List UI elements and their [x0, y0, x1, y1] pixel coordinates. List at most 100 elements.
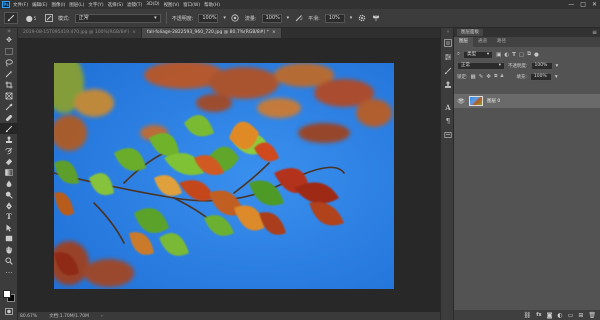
- adjustments-panel-icon[interactable]: [441, 50, 455, 64]
- tab-channels[interactable]: 通道: [473, 37, 492, 47]
- panel-menu-icon[interactable]: ≡: [592, 29, 597, 36]
- menu-type[interactable]: 文字(Y): [88, 2, 103, 8]
- close-icon[interactable]: ×: [132, 28, 136, 38]
- menu-file[interactable]: 文件(F): [13, 2, 28, 8]
- visibility-eye-icon[interactable]: 👁︎: [457, 98, 465, 105]
- close-icon[interactable]: ×: [272, 28, 276, 38]
- color-swatches[interactable]: [3, 290, 15, 302]
- layer-opacity-field[interactable]: 100%: [530, 61, 553, 70]
- frame-tool-icon[interactable]: [0, 90, 18, 101]
- paragraph-panel-icon[interactable]: ¶: [441, 114, 455, 128]
- layer-name[interactable]: 图层 0: [487, 98, 500, 104]
- move-tool-icon[interactable]: ✥: [0, 35, 18, 46]
- airbrush-toggle[interactable]: [294, 14, 303, 23]
- eraser-tool-icon[interactable]: [0, 156, 18, 167]
- filter-toggle-icon[interactable]: ●: [534, 52, 539, 58]
- brush-tool-icon[interactable]: [0, 123, 18, 134]
- path-selection-tool-icon[interactable]: [0, 222, 18, 233]
- zoom-tool-icon[interactable]: [0, 255, 18, 266]
- chevron-down-icon[interactable]: ▾: [223, 15, 226, 21]
- menu-help[interactable]: 帮助(H): [204, 2, 220, 8]
- document-size[interactable]: 文档:1.70M/1.70M: [49, 313, 89, 319]
- zoom-readout[interactable]: 80.67%: [20, 314, 37, 319]
- tool-preset-picker[interactable]: [4, 12, 18, 24]
- chevron-down-icon[interactable]: ▾: [350, 15, 353, 21]
- new-layer-icon[interactable]: ⊞: [578, 312, 583, 319]
- panel-header-title[interactable]: 图层面板: [457, 29, 483, 36]
- dodge-tool-icon[interactable]: [0, 189, 18, 200]
- maximize-icon[interactable]: □: [580, 1, 586, 8]
- character-panel-icon[interactable]: A: [441, 100, 455, 114]
- chevron-down-icon[interactable]: ▾: [555, 74, 558, 80]
- brush-size-picker[interactable]: ● 5: [23, 14, 39, 23]
- close-icon[interactable]: ✕: [592, 1, 597, 8]
- history-brush-tool-icon[interactable]: [0, 145, 18, 156]
- healing-brush-tool-icon[interactable]: [0, 112, 18, 123]
- lock-position-icon[interactable]: ✥: [486, 74, 491, 80]
- foreground-color-swatch[interactable]: [3, 290, 11, 298]
- mode-dropdown[interactable]: 正常 ▾: [74, 13, 161, 23]
- tab-paths[interactable]: 路径: [492, 37, 511, 47]
- filter-shape-icon[interactable]: ▢: [519, 52, 524, 58]
- gradient-tool-icon[interactable]: [0, 167, 18, 178]
- menu-edit[interactable]: 编辑(E): [32, 2, 47, 8]
- type-tool-icon[interactable]: T: [0, 211, 18, 222]
- menu-layer[interactable]: 图层(L): [69, 2, 84, 8]
- menu-3d[interactable]: 3D(D): [146, 2, 159, 7]
- chevron-down-icon[interactable]: ▾: [556, 63, 559, 69]
- lock-artboard-icon[interactable]: ⧈: [494, 73, 498, 80]
- chevron-right-icon[interactable]: ›: [101, 314, 103, 319]
- chevron-down-icon[interactable]: ▾: [287, 15, 290, 21]
- rectangle-tool-icon[interactable]: [0, 233, 18, 244]
- pen-tool-icon[interactable]: [0, 200, 18, 211]
- brush-panel-toggle[interactable]: [44, 14, 53, 23]
- menu-view[interactable]: 视图(V): [164, 2, 180, 8]
- menu-select[interactable]: 选择(S): [108, 2, 123, 8]
- quick-select-tool-icon[interactable]: [0, 68, 18, 79]
- new-group-icon[interactable]: ▭: [568, 312, 574, 319]
- more-tools-icon[interactable]: …: [0, 266, 18, 277]
- blend-mode-dropdown[interactable]: 正常 ▾: [457, 61, 505, 70]
- minimize-icon[interactable]: —: [568, 1, 574, 8]
- document-image[interactable]: [54, 63, 394, 289]
- lock-pixels-icon[interactable]: ✎: [479, 74, 484, 80]
- filter-pixel-icon[interactable]: ▣: [496, 52, 501, 58]
- layer-item[interactable]: 👁︎ 图层 0: [454, 94, 600, 108]
- filter-adjustment-icon[interactable]: ◐: [504, 52, 509, 58]
- link-layers-icon[interactable]: ⛓︎: [524, 312, 532, 319]
- history-panel-icon[interactable]: [441, 36, 455, 50]
- glyphs-panel-icon[interactable]: [441, 128, 455, 142]
- opacity-field[interactable]: 100%: [198, 13, 219, 23]
- tab-layers[interactable]: 图层: [454, 37, 473, 47]
- collapse-chevron-icon[interactable]: »: [0, 28, 18, 35]
- filter-smart-object-icon[interactable]: ⧉: [527, 51, 531, 58]
- hand-tool-icon[interactable]: [0, 244, 18, 255]
- brush-settings-panel-icon[interactable]: [441, 64, 455, 78]
- adjustment-layer-icon[interactable]: ◐: [557, 312, 562, 319]
- trash-icon[interactable]: 🗑︎: [588, 312, 596, 319]
- marquee-tool-icon[interactable]: [0, 46, 18, 57]
- lock-all-icon[interactable]: 🔒︎: [500, 73, 503, 80]
- eyedropper-tool-icon[interactable]: [0, 101, 18, 112]
- filter-type-icon[interactable]: T: [512, 52, 516, 58]
- fill-field[interactable]: 100%: [529, 72, 552, 81]
- clone-stamp-tool-icon[interactable]: [0, 134, 18, 145]
- symmetry-button[interactable]: [371, 14, 380, 23]
- smoothing-options-button[interactable]: [357, 14, 366, 23]
- crop-tool-icon[interactable]: [0, 79, 18, 90]
- lock-transparent-icon[interactable]: ▦: [471, 74, 476, 80]
- clone-source-panel-icon[interactable]: [441, 78, 455, 92]
- canvas-workspace[interactable]: [18, 38, 440, 312]
- quick-mask-icon[interactable]: [0, 306, 18, 317]
- menu-filter[interactable]: 滤镜(T): [127, 2, 142, 8]
- layer-style-icon[interactable]: fx: [536, 312, 541, 318]
- blur-tool-icon[interactable]: [0, 178, 18, 189]
- filter-kind-dropdown[interactable]: 类型 ▾: [463, 50, 494, 59]
- collapse-chevron-icon[interactable]: «: [441, 28, 455, 36]
- pressure-opacity-toggle[interactable]: [231, 14, 240, 23]
- add-mask-icon[interactable]: ◙: [547, 312, 553, 319]
- flow-field[interactable]: 100%: [261, 13, 282, 23]
- tab-document-1[interactable]: 2019-08-15T095419.470.jpg @ 100%(RGB/8#)…: [18, 28, 142, 38]
- smoothing-field[interactable]: 10%: [324, 13, 345, 23]
- lasso-tool-icon[interactable]: [0, 57, 18, 68]
